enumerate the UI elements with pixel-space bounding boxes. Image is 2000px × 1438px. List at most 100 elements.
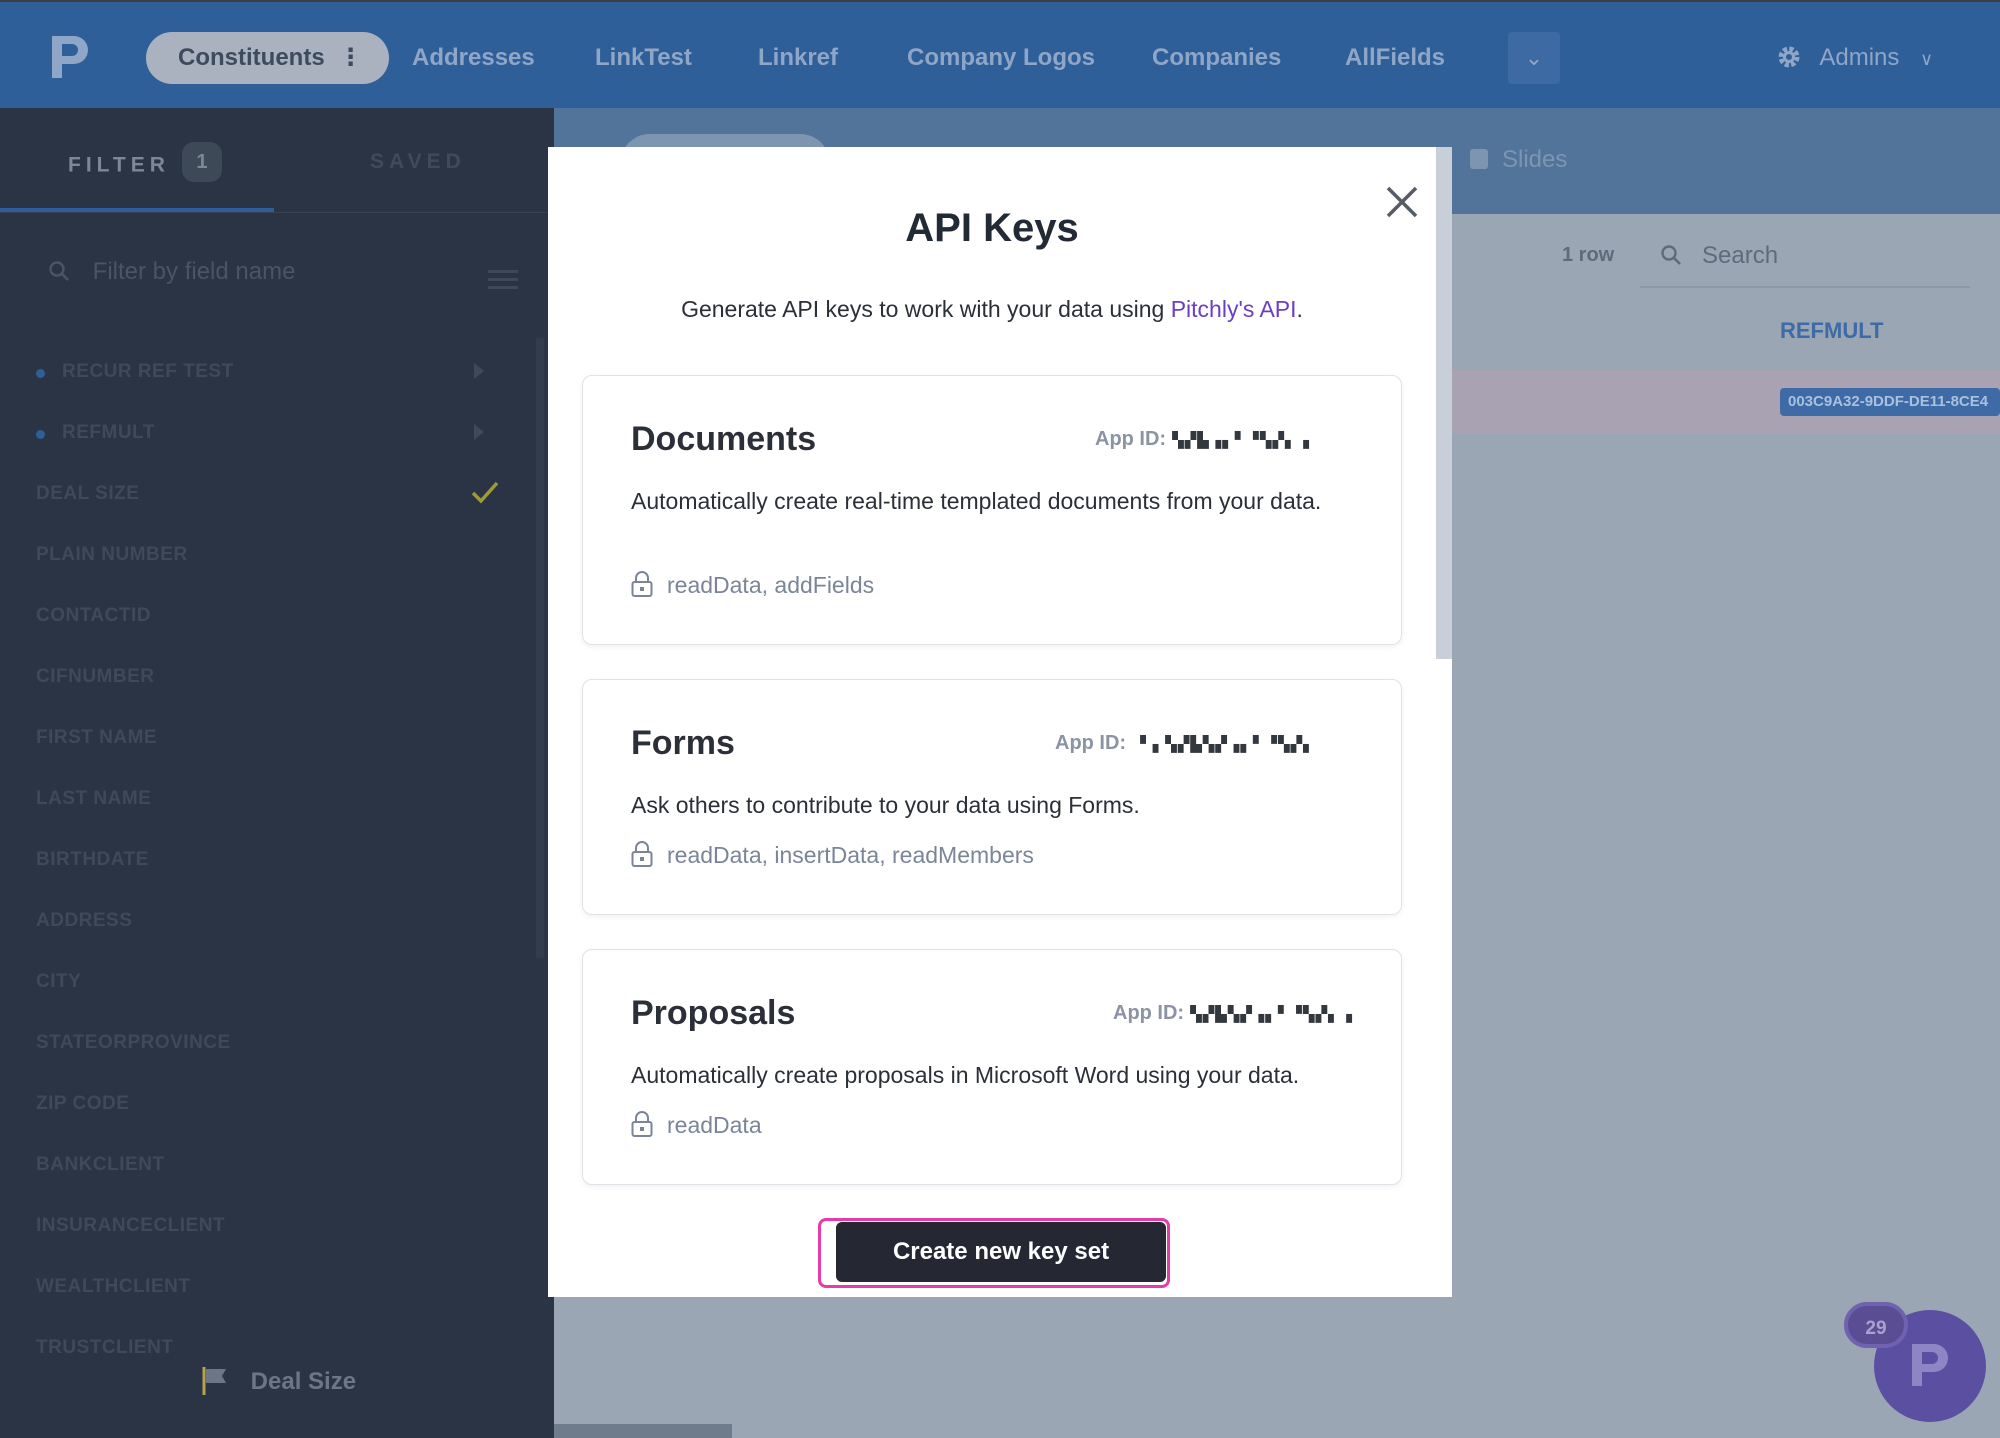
- tab-linktest[interactable]: LinkTest: [595, 32, 692, 84]
- card-title: Documents: [631, 420, 817, 458]
- filter-sidebar: FILTER 1 SAVED Filter by field name RECUR…: [0, 108, 554, 1438]
- tab-allfields[interactable]: AllFields: [1345, 32, 1445, 84]
- field-item[interactable]: CONTACTID: [0, 589, 530, 650]
- field-item[interactable]: CIFNUMBER: [0, 650, 530, 711]
- search-icon: [1661, 244, 1681, 265]
- field-item[interactable]: INSURANCECLIENT: [0, 1199, 530, 1260]
- modal-subtitle: Generate API keys to work with your data…: [548, 296, 1436, 323]
- app-id-value: ▚▞▙▚▞▗▖▘▝▚▞▖▗: [1190, 1005, 1354, 1023]
- field-label: FIRST NAME: [36, 727, 158, 748]
- field-search[interactable]: Filter by field name: [48, 258, 518, 302]
- field-label: WEALTHCLIENT: [36, 1276, 191, 1297]
- field-label: CITY: [36, 971, 82, 992]
- field-item[interactable]: PLAIN NUMBER: [0, 528, 530, 589]
- pitchly-logo-icon: [1912, 1344, 1948, 1386]
- card-description: Automatically create real-time templated…: [631, 488, 1322, 514]
- card-title: Proposals: [631, 994, 796, 1032]
- api-key-card-proposals[interactable]: Proposals App ID: ▚▞▙▚▞▗▖▘▝▚▞▖▗ Automatic…: [582, 949, 1402, 1185]
- field-item[interactable]: REFMULT: [0, 406, 530, 467]
- slides-label: Slides: [1502, 146, 1568, 173]
- api-key-card-forms[interactable]: Forms App ID: ▘▖▚▞▙▚▞▗▖▘▝▚▞▖ Ask others t…: [582, 679, 1402, 915]
- create-new-key-set-button[interactable]: Create new key set: [836, 1222, 1166, 1282]
- expand-arrow-icon[interactable]: [474, 424, 484, 440]
- menu-icon[interactable]: [488, 270, 518, 294]
- account-menu[interactable]: Admins ∨: [1776, 32, 1933, 84]
- api-key-card-documents[interactable]: Documents App ID: ▚▞▙▗▖▘▝▚▞▖▗ Automatical…: [582, 375, 1402, 645]
- expand-arrow-icon[interactable]: [474, 363, 484, 379]
- tab-filter-label: FILTER: [68, 153, 170, 177]
- field-label: BANKCLIENT: [36, 1154, 165, 1175]
- field-item[interactable]: BANKCLIENT: [0, 1138, 530, 1199]
- field-search-placeholder: Filter by field name: [92, 258, 296, 285]
- tab-constituents[interactable]: Constituents ⋮: [146, 32, 389, 84]
- kebab-menu-icon[interactable]: ⋮: [339, 32, 363, 84]
- field-item[interactable]: ADDRESS: [0, 894, 530, 955]
- api-docs-link[interactable]: Pitchly's API: [1171, 296, 1297, 322]
- field-item[interactable]: STATEORPROVINCE: [0, 1016, 530, 1077]
- field-item[interactable]: LAST NAME: [0, 772, 530, 833]
- slides-button[interactable]: Slides: [1470, 146, 1567, 174]
- field-label: CONTACTID: [36, 605, 151, 626]
- divider: [0, 212, 554, 213]
- chevron-down-icon: ⌄: [1524, 45, 1544, 70]
- tab-company-logos[interactable]: Company Logos: [907, 32, 1095, 84]
- search-icon: [49, 260, 69, 281]
- gear-icon: [1778, 46, 1800, 68]
- top-navigation: Constituents ⋮ Addresses LinkTest Linkre…: [0, 0, 2000, 108]
- active-filter-chip[interactable]: Deal Size: [200, 1366, 356, 1396]
- app-id: App ID: ▘▖▚▞▙▚▞▗▖▘▝▚▞▖: [1055, 732, 1316, 755]
- lock-icon: [631, 1110, 653, 1137]
- lock-icon: [631, 570, 653, 597]
- field-item[interactable]: CITY: [0, 955, 530, 1016]
- lock-icon: [631, 840, 653, 867]
- field-label: INSURANCECLIENT: [36, 1215, 226, 1236]
- filter-active-dot: [36, 430, 45, 439]
- field-label: BIRTHDATE: [36, 849, 149, 870]
- app-id: App ID: ▚▞▙▗▖▘▝▚▞▖▗: [1095, 428, 1310, 451]
- field-label: RECUR REF TEST: [62, 361, 234, 382]
- sidebar-scrollbar[interactable]: [536, 338, 544, 958]
- more-tabs-button[interactable]: ⌄: [1508, 32, 1560, 84]
- field-item[interactable]: DEAL SIZE: [0, 467, 530, 528]
- tab-addresses[interactable]: Addresses: [412, 32, 535, 84]
- record-tag[interactable]: 003C9A32-9DDF-DE11-8CE4: [1780, 388, 2000, 416]
- field-label: TRUSTCLIENT: [36, 1337, 174, 1358]
- field-item[interactable]: RECUR REF TEST: [0, 345, 530, 406]
- field-label: CIFNUMBER: [36, 666, 155, 687]
- tab-linkref[interactable]: Linkref: [758, 32, 838, 84]
- search-placeholder: Search: [1702, 242, 1779, 269]
- app-id: App ID: ▚▞▙▚▞▗▖▘▝▚▞▖▗: [1113, 1002, 1353, 1025]
- field-label: REFMULT: [62, 422, 155, 443]
- app-id-value: ▚▞▙▗▖▘▝▚▞▖▗: [1172, 431, 1310, 449]
- notification-badge: 29: [1844, 1302, 1908, 1348]
- card-description: Automatically create proposals in Micros…: [631, 1062, 1300, 1088]
- subtitle-period: .: [1296, 296, 1303, 322]
- horizontal-scrollbar[interactable]: [554, 1424, 732, 1438]
- field-label: PLAIN NUMBER: [36, 544, 188, 565]
- flag-icon: [202, 1366, 226, 1395]
- subtitle-text: Generate API keys to work with your data…: [681, 296, 1171, 322]
- checkmark-icon: [471, 481, 499, 504]
- permissions-text: readData, insertData, readMembers: [667, 842, 1034, 868]
- tab-companies[interactable]: Companies: [1152, 32, 1281, 84]
- card-description: Ask others to contribute to your data us…: [631, 792, 1140, 818]
- field-item[interactable]: WEALTHCLIENT: [0, 1260, 530, 1321]
- field-list: RECUR REF TEST REFMULT DEAL SIZE PLAIN NUMB…: [0, 345, 530, 1382]
- card-permissions: readData, insertData, readMembers: [631, 840, 1034, 869]
- field-item[interactable]: FIRST NAME: [0, 711, 530, 772]
- tab-saved[interactable]: SAVED: [370, 150, 466, 174]
- slides-icon: [1470, 148, 1488, 169]
- tab-filter[interactable]: FILTER 1: [68, 142, 222, 182]
- field-item[interactable]: ZIP CODE: [0, 1077, 530, 1138]
- card-permissions: readData: [631, 1110, 762, 1139]
- app-id-label: App ID:: [1113, 1002, 1185, 1024]
- field-label: ADDRESS: [36, 910, 133, 931]
- pitchly-logo[interactable]: [48, 32, 92, 82]
- modal-scrollbar[interactable]: [1436, 147, 1452, 659]
- tab-label: Constituents: [178, 44, 325, 71]
- app-id-value: ▘▖▚▞▙▚▞▗▖▘▝▚▞▖: [1140, 735, 1316, 753]
- column-header-refmult[interactable]: REFMULT: [1780, 318, 1883, 344]
- filter-active-dot: [36, 369, 45, 378]
- search-input[interactable]: Search: [1640, 232, 1970, 288]
- field-item[interactable]: BIRTHDATE: [0, 833, 530, 894]
